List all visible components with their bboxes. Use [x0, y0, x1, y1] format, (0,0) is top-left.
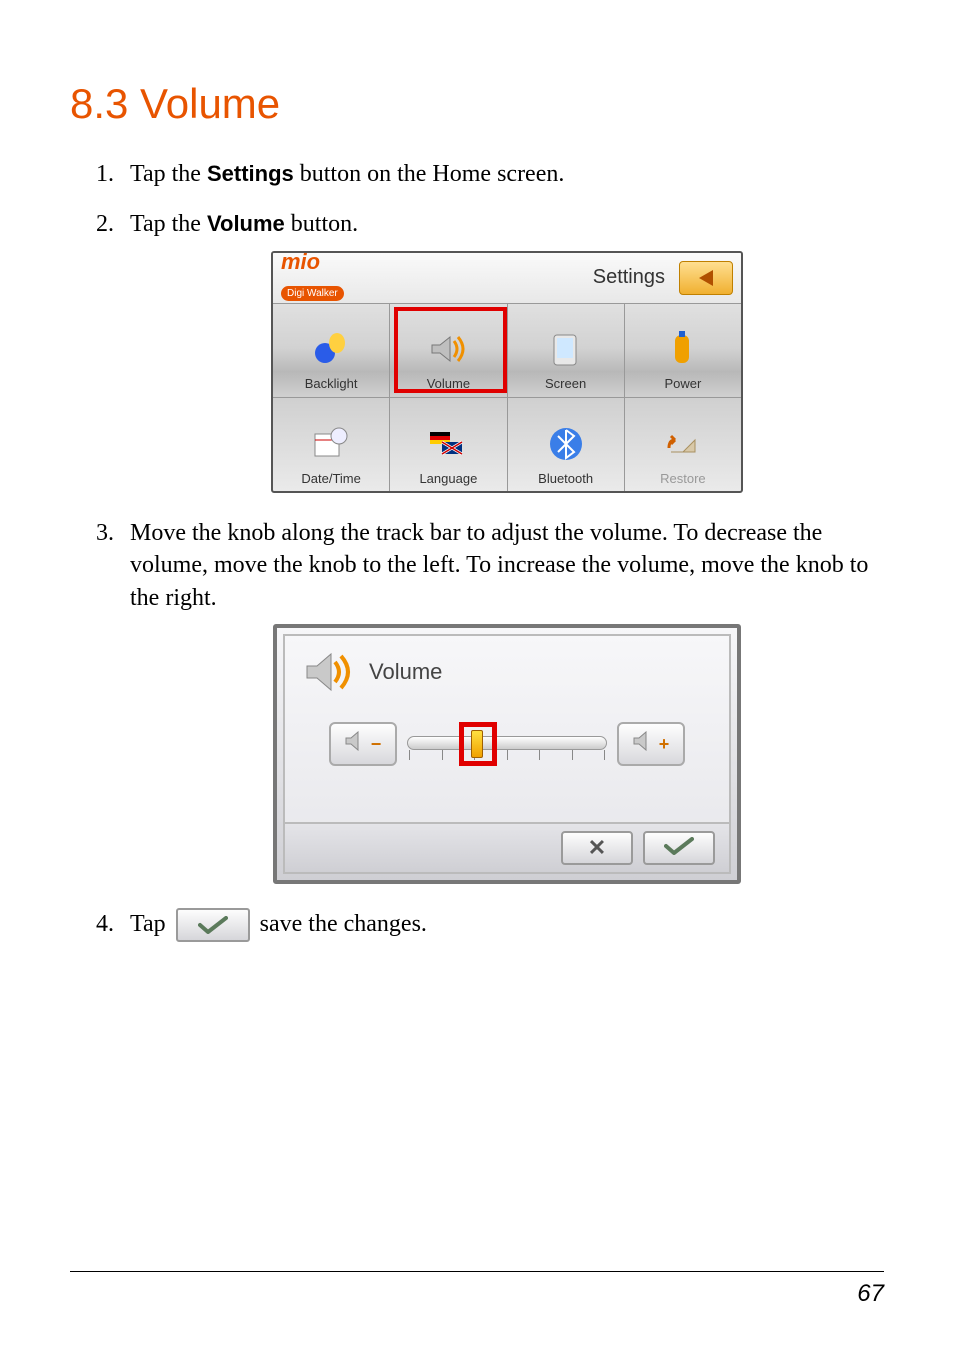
- step-1-tail: button on the Home screen.: [294, 161, 565, 187]
- brand-block: mio Digi Walker: [281, 251, 344, 305]
- step-4-tail: save the changes.: [254, 911, 427, 937]
- settings-item-language[interactable]: Language: [390, 398, 507, 492]
- cancel-button[interactable]: ✕: [561, 831, 633, 865]
- calendar-clock-icon: [309, 422, 353, 466]
- settings-item-label: Volume: [427, 375, 470, 393]
- step-2-lead: Tap the: [130, 211, 207, 237]
- battery-icon: [661, 327, 705, 371]
- arrow-left-icon: [699, 270, 713, 286]
- volume-track[interactable]: [407, 724, 607, 764]
- speaker-icon: [426, 327, 470, 371]
- settings-screenshot: mio Digi Walker Settings: [271, 251, 743, 493]
- settings-item-backlight[interactable]: Backlight: [273, 303, 390, 397]
- volume-slider-area: −: [285, 722, 729, 766]
- settings-title: Settings: [593, 264, 665, 291]
- bluetooth-icon: [544, 422, 588, 466]
- plus-icon: +: [659, 732, 670, 756]
- flags-icon: [426, 422, 470, 466]
- check-icon: [664, 832, 694, 864]
- step-1: Tap the Settings button on the Home scre…: [120, 158, 884, 190]
- back-button[interactable]: [679, 261, 733, 295]
- settings-item-label: Bluetooth: [538, 470, 593, 488]
- step-list: Tap the Settings button on the Home scre…: [70, 158, 884, 942]
- step-2-tail: button.: [285, 211, 358, 237]
- x-icon: ✕: [588, 833, 606, 863]
- speaker-small-icon: [633, 728, 655, 760]
- settings-item-datetime[interactable]: Date/Time: [273, 398, 390, 492]
- step-1-lead: Tap the: [130, 161, 207, 187]
- step-3-text: Move the knob along the track bar to adj…: [130, 520, 868, 611]
- step-2-bold: Volume: [207, 211, 285, 236]
- settings-item-power[interactable]: Power: [625, 303, 741, 397]
- minus-icon: −: [371, 732, 382, 756]
- volume-footer: ✕: [285, 822, 729, 872]
- volume-up-button[interactable]: +: [617, 722, 685, 766]
- bulb-icon: [309, 327, 353, 371]
- speaker-icon: [303, 650, 359, 694]
- settings-header: mio Digi Walker Settings: [273, 253, 741, 304]
- confirm-button-inline[interactable]: [176, 908, 250, 942]
- volume-title: Volume: [369, 657, 442, 687]
- track-ticks: [407, 750, 607, 764]
- confirm-button[interactable]: [643, 831, 715, 865]
- settings-item-label: Restore: [660, 470, 706, 488]
- step-1-bold: Settings: [207, 161, 294, 186]
- step-2: Tap the Volume button. mio Digi Walker S…: [120, 208, 884, 492]
- step-3: Move the knob along the track bar to adj…: [120, 517, 884, 884]
- screen-icon: [544, 327, 588, 371]
- step-4-lead: Tap: [130, 911, 172, 937]
- restore-icon: [661, 422, 705, 466]
- settings-item-label: Backlight: [305, 375, 358, 393]
- settings-item-label: Screen: [545, 375, 586, 393]
- page-number: 67: [857, 1280, 884, 1308]
- speaker-small-icon: [345, 728, 367, 760]
- settings-item-label: Language: [419, 470, 477, 488]
- brand-logo: mio: [281, 251, 344, 273]
- footer-rule: [70, 1271, 884, 1272]
- track-bar: [407, 736, 607, 750]
- volume-knob[interactable]: [471, 730, 483, 758]
- volume-screenshot: Volume −: [273, 624, 741, 884]
- settings-item-screen[interactable]: Screen: [508, 303, 625, 397]
- brand-sub: Digi Walker: [281, 286, 344, 302]
- settings-item-label: Date/Time: [301, 470, 360, 488]
- section-heading: 8.3 Volume: [70, 80, 884, 128]
- settings-item-restore[interactable]: Restore: [625, 398, 741, 492]
- settings-item-volume[interactable]: Volume: [390, 303, 507, 397]
- step-4: Tap save the changes.: [120, 908, 884, 942]
- settings-item-label: Power: [664, 375, 701, 393]
- settings-item-bluetooth[interactable]: Bluetooth: [508, 398, 625, 492]
- volume-down-button[interactable]: −: [329, 722, 397, 766]
- settings-grid: Backlight Volume: [273, 303, 741, 491]
- volume-title-row: Volume: [285, 636, 729, 694]
